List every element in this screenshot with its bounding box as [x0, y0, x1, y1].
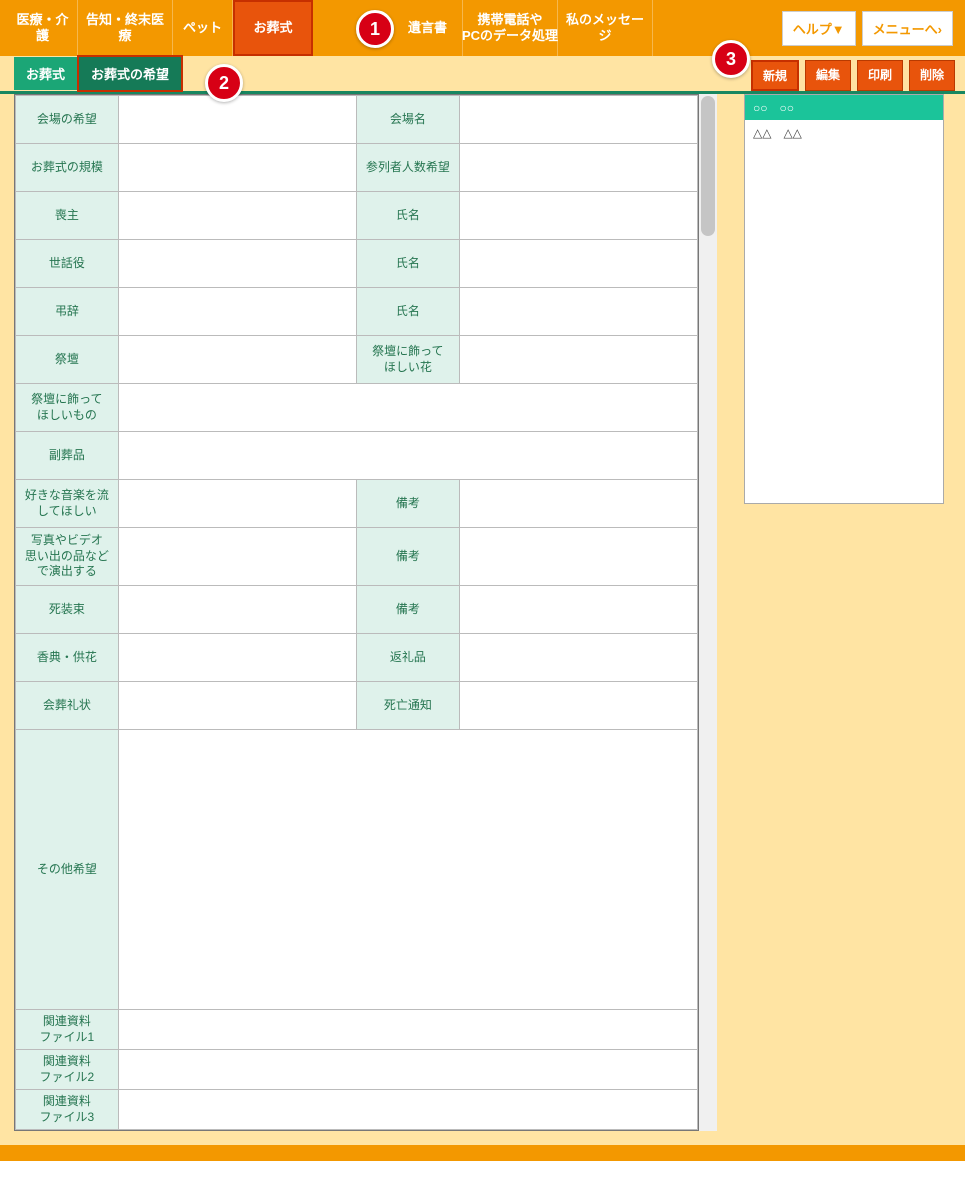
- label-burial-clothes-note: 備考: [356, 586, 459, 634]
- input-altar-items[interactable]: [118, 384, 697, 432]
- subtab-bar: お葬式 お葬式の希望 2 新規 編集 印刷 削除: [0, 56, 965, 94]
- input-file1[interactable]: [118, 1010, 697, 1050]
- input-death-notice[interactable]: [459, 682, 697, 730]
- label-thank-card: 会葬礼状: [16, 682, 119, 730]
- label-burial-clothes: 死装束: [16, 586, 119, 634]
- subtab-funeral-wishes[interactable]: お葬式の希望: [77, 55, 183, 92]
- input-burial-clothes[interactable]: [118, 586, 356, 634]
- callout-3: 3: [712, 40, 750, 78]
- scrollbar[interactable]: [699, 94, 717, 1131]
- input-chief-mourner[interactable]: [118, 192, 356, 240]
- nav-pet[interactable]: ペット: [173, 0, 233, 56]
- help-button[interactable]: ヘルプ▼: [782, 11, 856, 46]
- bottom-pad: [0, 1131, 965, 1145]
- input-photo-video-note[interactable]: [459, 528, 697, 586]
- label-photo-video-note: 備考: [356, 528, 459, 586]
- side-list-header[interactable]: ○○ ○○: [745, 95, 943, 120]
- input-funeral-scale[interactable]: [118, 144, 356, 192]
- input-attendee-count[interactable]: [459, 144, 697, 192]
- top-navbar: 医療・介護 告知・終末医療 ペット お葬式 遺言書 携帯電話や PCのデータ処理…: [0, 0, 965, 56]
- delete-button[interactable]: 削除: [909, 60, 955, 91]
- input-organizer-name[interactable]: [459, 240, 697, 288]
- side-list-panel: ○○ ○○ △△ △△: [744, 94, 944, 504]
- label-altar-flowers: 祭壇に飾って ほしい花: [356, 336, 459, 384]
- form-table: 会場の希望会場名 お葬式の規模参列者人数希望 喪主氏名 世話役氏名 弔辞氏名 祭…: [15, 95, 698, 1130]
- label-funeral-scale: お葬式の規模: [16, 144, 119, 192]
- label-music-note: 備考: [356, 480, 459, 528]
- input-altar-flowers[interactable]: [459, 336, 697, 384]
- nav-phone-data[interactable]: 携帯電話や PCのデータ処理: [463, 0, 558, 56]
- label-death-notice: 死亡通知: [356, 682, 459, 730]
- label-venue-name: 会場名: [356, 96, 459, 144]
- callout-1: 1: [356, 10, 394, 48]
- label-altar-items: 祭壇に飾って ほしいもの: [16, 384, 119, 432]
- label-chief-mourner: 喪主: [16, 192, 119, 240]
- input-organizer[interactable]: [118, 240, 356, 288]
- label-condolence: 香典・供花: [16, 634, 119, 682]
- label-eulogy: 弔辞: [16, 288, 119, 336]
- label-attendee-count: 参列者人数希望: [356, 144, 459, 192]
- input-chief-mourner-name[interactable]: [459, 192, 697, 240]
- menu-button[interactable]: メニューへ›: [862, 11, 953, 46]
- input-burial-clothes-note[interactable]: [459, 586, 697, 634]
- label-file2: 関連資料 ファイル2: [16, 1050, 119, 1090]
- input-burial-items[interactable]: [118, 432, 697, 480]
- input-thank-card[interactable]: [118, 682, 356, 730]
- input-file2[interactable]: [118, 1050, 697, 1090]
- input-venue-wish[interactable]: [118, 96, 356, 144]
- input-music[interactable]: [118, 480, 356, 528]
- content-area: 会場の希望会場名 お葬式の規模参列者人数希望 喪主氏名 世話役氏名 弔辞氏名 祭…: [0, 94, 965, 1131]
- input-altar[interactable]: [118, 336, 356, 384]
- label-venue-wish: 会場の希望: [16, 96, 119, 144]
- input-condolence[interactable]: [118, 634, 356, 682]
- label-file1: 関連資料 ファイル1: [16, 1010, 119, 1050]
- subtab-funeral[interactable]: お葬式: [14, 57, 77, 90]
- nav-funeral[interactable]: お葬式: [233, 0, 313, 56]
- form-panel: 会場の希望会場名 お葬式の規模参列者人数希望 喪主氏名 世話役氏名 弔辞氏名 祭…: [14, 94, 699, 1131]
- label-altar: 祭壇: [16, 336, 119, 384]
- nav-will[interactable]: 遺言書: [393, 0, 463, 56]
- new-button[interactable]: 新規: [751, 60, 799, 91]
- input-eulogy-name[interactable]: [459, 288, 697, 336]
- input-eulogy[interactable]: [118, 288, 356, 336]
- side-list-item[interactable]: △△ △△: [745, 120, 943, 145]
- input-return-gift[interactable]: [459, 634, 697, 682]
- input-photo-video[interactable]: [118, 528, 356, 586]
- scroll-thumb[interactable]: [701, 96, 715, 236]
- edit-button[interactable]: 編集: [805, 60, 851, 91]
- label-burial-items: 副葬品: [16, 432, 119, 480]
- bottom-bar-orange: [0, 1145, 965, 1161]
- nav-medical[interactable]: 医療・介護: [8, 0, 78, 56]
- nav-notice[interactable]: 告知・終末医療: [78, 0, 173, 56]
- input-file3[interactable]: [118, 1090, 697, 1130]
- input-music-note[interactable]: [459, 480, 697, 528]
- input-other-wishes[interactable]: [118, 730, 697, 1010]
- label-return-gift: 返礼品: [356, 634, 459, 682]
- label-music: 好きな音楽を流 してほしい: [16, 480, 119, 528]
- print-button[interactable]: 印刷: [857, 60, 903, 91]
- label-other-wishes: その他希望: [16, 730, 119, 1010]
- label-eulogy-name: 氏名: [356, 288, 459, 336]
- label-photo-video: 写真やビデオ 思い出の品など で演出する: [16, 528, 119, 586]
- input-venue-name[interactable]: [459, 96, 697, 144]
- label-organizer: 世話役: [16, 240, 119, 288]
- label-chief-mourner-name: 氏名: [356, 192, 459, 240]
- label-file3: 関連資料 ファイル3: [16, 1090, 119, 1130]
- callout-2: 2: [205, 64, 243, 102]
- nav-my-message[interactable]: 私のメッセージ: [558, 0, 653, 56]
- action-buttons: 新規 編集 印刷 削除: [751, 60, 955, 91]
- label-organizer-name: 氏名: [356, 240, 459, 288]
